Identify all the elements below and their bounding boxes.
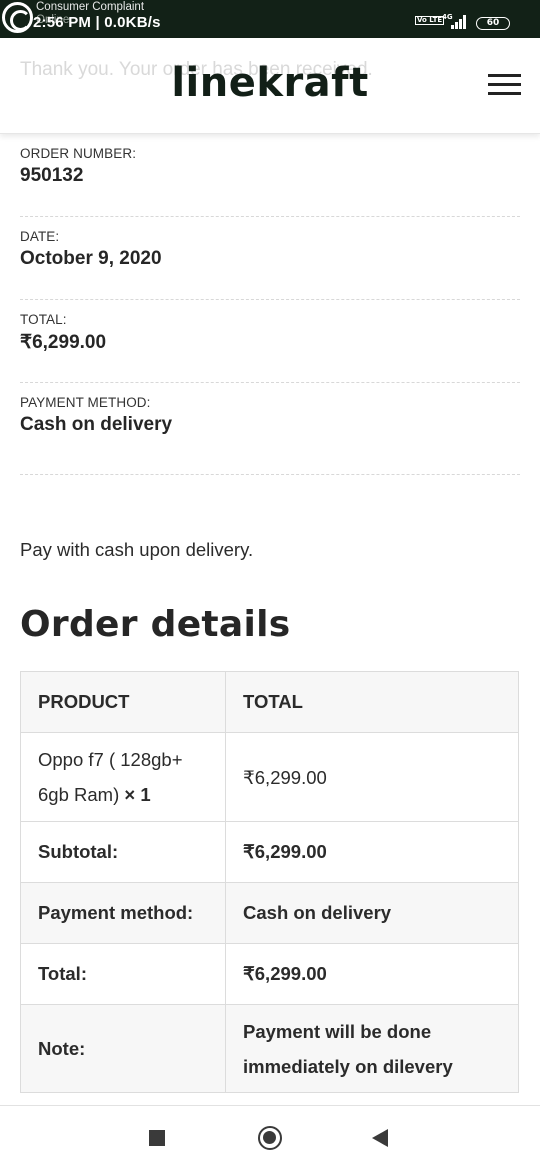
clock-and-speed: 2:56 PM | 0.0KB/s [33,14,161,31]
home-icon[interactable] [258,1126,282,1150]
site-header: Thank you. Your order has been received.… [0,38,540,134]
battery-icon: 60 [476,17,510,30]
recents-icon[interactable] [149,1130,165,1146]
order-number-value: 950132 [20,165,84,186]
status-bar: Consumer Complaint Online 2:56 PM | 0.0K… [0,0,540,38]
table-row: Total: ₹6,299.00 [20,943,519,1005]
order-number-label: ORDER NUMBER: [20,146,137,161]
order-overview: ORDER NUMBER: 950132 DATE: October 9, 20… [20,134,520,475]
order-date-label: DATE: [20,229,60,244]
table-row: Payment method: Cash on delivery [20,882,519,944]
system-nav-bar [0,1105,540,1170]
hamburger-menu-icon[interactable] [488,74,521,96]
table-row: Subtotal: ₹6,299.00 [20,821,519,883]
subtotal-value: ₹6,299.00 [225,821,519,883]
order-date-item: DATE: October 9, 2020 [20,217,520,300]
order-details-table: PRODUCT TOTAL Oppo f7 ( 128gb+ 6gb Ram) … [20,671,519,1093]
table-row: Oppo f7 ( 128gb+ 6gb Ram) × 1 ₹6,299.00 [20,732,519,822]
product-name-link[interactable]: Oppo f7 ( 128gb+ 6gb Ram) [38,749,183,805]
payment-method-row-label: Payment method: [20,882,226,944]
payment-method-row-value: Cash on delivery [225,882,519,944]
payment-method-value: Cash on delivery [20,414,173,435]
total-column-header: TOTAL [225,671,519,733]
note-label: Note: [20,1004,226,1093]
consumer-complaint-icon [2,2,33,33]
notification-title: Consumer Complaint [36,1,145,13]
order-total-value: ₹6,299.00 [20,332,107,353]
signal-icon [449,15,469,29]
subtotal-label: Subtotal: [20,821,226,883]
payment-method-label: PAYMENT METHOD: [20,395,151,410]
volte-icon: Vo LTE [415,16,445,25]
payment-method-item: PAYMENT METHOD: Cash on delivery [20,383,520,475]
brand-logo[interactable]: linekraft [0,60,540,106]
product-quantity: × 1 [124,784,151,805]
table-row: Note: Payment will be done immediately o… [20,1004,519,1093]
table-header-row: PRODUCT TOTAL [20,671,519,733]
back-icon[interactable] [372,1129,388,1147]
order-number-item: ORDER NUMBER: 950132 [20,134,520,217]
grand-total-value: ₹6,299.00 [225,943,519,1005]
order-details-heading: Order details [20,604,291,645]
product-cell: Oppo f7 ( 128gb+ 6gb Ram) × 1 [20,732,226,822]
note-value: Payment will be done immediately on dile… [225,1004,519,1093]
order-total-item: TOTAL: ₹6,299.00 [20,300,520,383]
order-date-value: October 9, 2020 [20,248,162,269]
payment-instructions: Pay with cash upon delivery. [20,539,254,560]
product-total: ₹6,299.00 [225,732,519,822]
product-column-header: PRODUCT [20,671,226,733]
grand-total-label: Total: [20,943,226,1005]
order-total-label: TOTAL: [20,312,67,327]
